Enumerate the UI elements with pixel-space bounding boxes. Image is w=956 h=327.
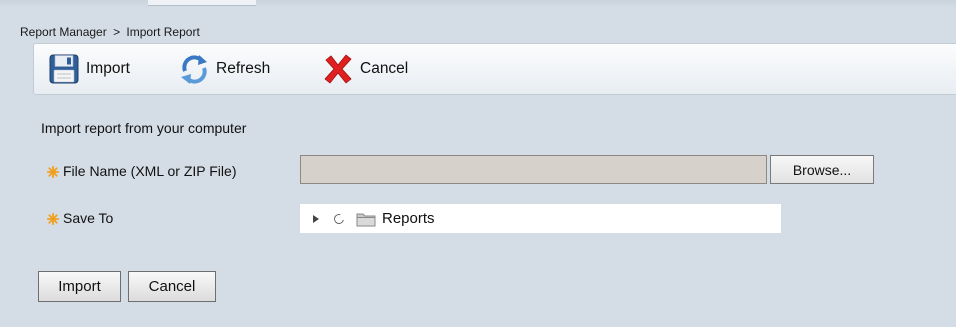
import-report-page: Report Manager > Import Report Import Re… — [0, 0, 956, 327]
toolbar-cancel-button[interactable]: Cancel — [321, 52, 408, 86]
cancel-button[interactable]: Cancel — [128, 271, 216, 302]
file-name-label-text: File Name (XML or ZIP File) — [63, 163, 237, 179]
required-star-icon — [46, 212, 60, 226]
toolbar: Import Refresh Cancel — [33, 43, 956, 95]
browse-button[interactable]: Browse... — [770, 155, 874, 184]
required-star-icon — [46, 165, 60, 179]
section-title: Import report from your computer — [41, 120, 247, 136]
save-to-tree: Reports — [300, 204, 781, 233]
file-name-input[interactable] — [300, 155, 767, 184]
save-to-label-text: Save To — [63, 210, 114, 226]
toolbar-refresh-button[interactable]: Refresh — [177, 52, 270, 86]
red-x-icon — [321, 52, 355, 86]
breadcrumb-separator: > — [113, 25, 121, 39]
toolbar-refresh-label: Refresh — [216, 60, 271, 77]
breadcrumb-current: Import Report — [126, 25, 200, 39]
refresh-arrows-icon — [177, 52, 211, 86]
breadcrumb: Report Manager > Import Report — [20, 25, 200, 39]
tree-radio-button[interactable] — [332, 211, 346, 226]
breadcrumb-parent[interactable]: Report Manager — [20, 25, 107, 39]
folder-icon — [356, 211, 376, 227]
tree-expand-arrow-icon[interactable] — [313, 214, 319, 223]
tree-node-reports[interactable]: Reports — [382, 210, 435, 227]
floppy-disk-icon — [47, 52, 81, 86]
file-name-label: File Name (XML or ZIP File) — [46, 163, 237, 179]
toolbar-import-label: Import — [86, 60, 130, 77]
toolbar-cancel-label: Cancel — [360, 60, 409, 77]
import-button[interactable]: Import — [38, 271, 121, 302]
active-tab-indicator — [148, 0, 256, 6]
top-strip — [0, 0, 956, 8]
save-to-label: Save To — [46, 210, 114, 226]
toolbar-import-button[interactable]: Import — [47, 52, 130, 86]
